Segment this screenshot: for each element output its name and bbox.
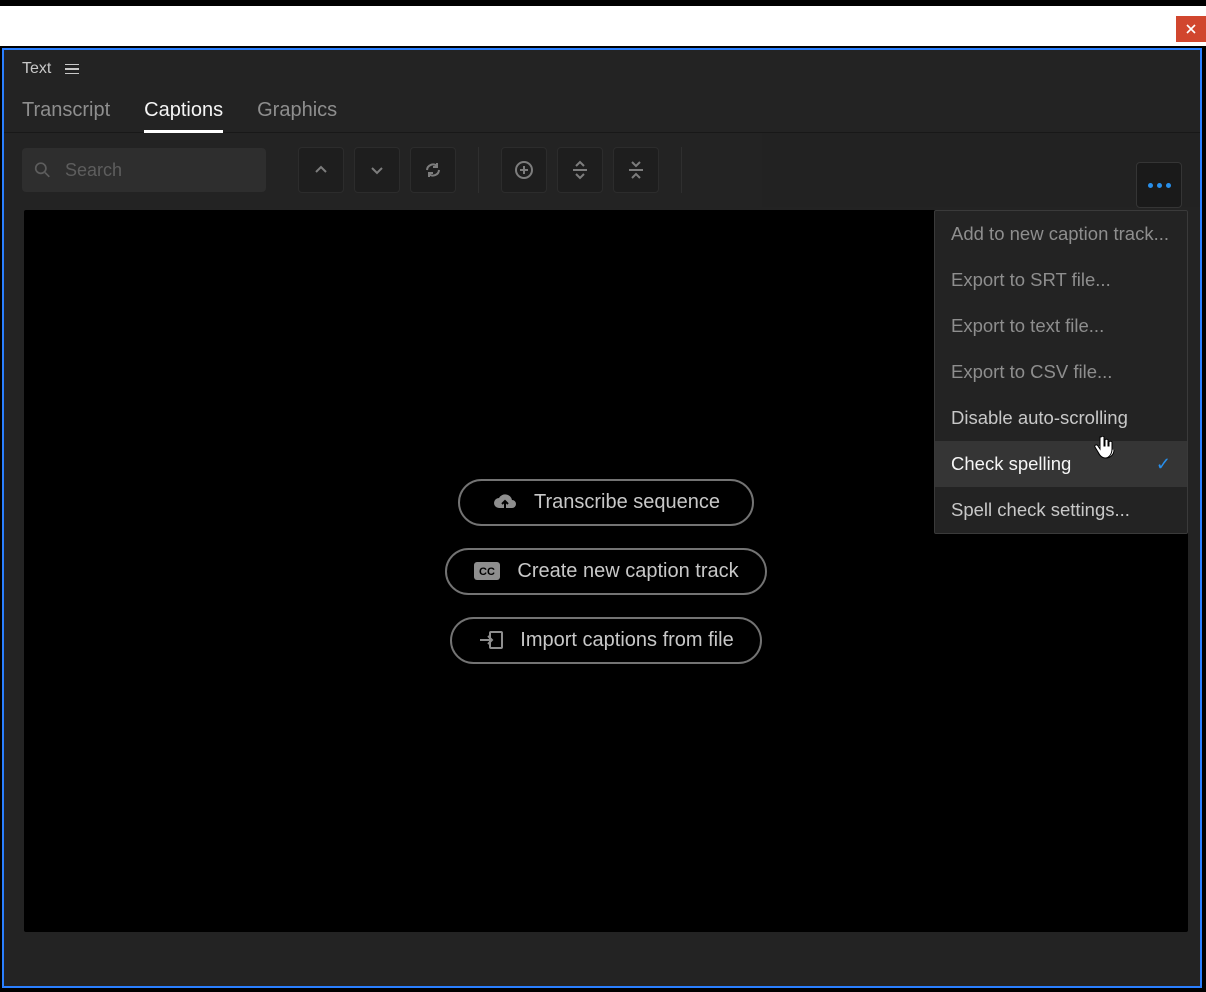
menu-export-srt[interactable]: Export to SRT file... [935, 257, 1187, 303]
more-options-button[interactable] [1136, 162, 1182, 208]
merge-caption-button[interactable] [613, 147, 659, 193]
cloud-upload-icon [492, 492, 518, 512]
search-field[interactable] [22, 148, 266, 192]
transcribe-sequence-button[interactable]: Transcribe sequence [458, 479, 754, 526]
search-input[interactable] [63, 159, 254, 182]
tab-graphics[interactable]: Graphics [257, 99, 337, 132]
cc-icon: CC [473, 561, 501, 581]
menu-disable-autoscroll-label: Disable auto-scrolling [951, 407, 1128, 429]
menu-export-text-label: Export to text file... [951, 315, 1104, 337]
menu-export-text[interactable]: Export to text file... [935, 303, 1187, 349]
menu-check-spelling-label: Check spelling [951, 453, 1071, 475]
chevron-down-icon [369, 162, 385, 178]
next-caption-button[interactable] [354, 147, 400, 193]
menu-export-srt-label: Export to SRT file... [951, 269, 1111, 291]
create-caption-track-button[interactable]: CC Create new caption track [445, 548, 766, 595]
menu-disable-autoscroll[interactable]: Disable auto-scrolling [935, 395, 1187, 441]
tab-transcript[interactable]: Transcript [22, 99, 110, 132]
import-captions-button[interactable]: Import captions from file [450, 617, 761, 664]
import-icon [478, 630, 504, 650]
check-icon: ✓ [1156, 454, 1171, 475]
merge-icon [626, 160, 646, 180]
menu-add-to-track[interactable]: Add to new caption track... [935, 211, 1187, 257]
menu-export-csv[interactable]: Export to CSV file... [935, 349, 1187, 395]
split-icon [570, 160, 590, 180]
window-white-strip [0, 6, 1206, 46]
chevron-up-icon [313, 162, 329, 178]
tab-bar: Transcript Captions Graphics [4, 88, 1200, 133]
captions-toolbar [4, 133, 1200, 207]
text-panel: Text Transcript Captions Graphics [2, 48, 1202, 988]
menu-export-csv-label: Export to CSV file... [951, 361, 1112, 383]
menu-spellcheck-settings[interactable]: Spell check settings... [935, 487, 1187, 533]
menu-spellcheck-settings-label: Spell check settings... [951, 499, 1130, 521]
search-icon [34, 160, 51, 180]
refresh-icon [424, 161, 442, 179]
replace-button[interactable] [410, 147, 456, 193]
import-captions-label: Import captions from file [520, 629, 733, 652]
svg-text:CC: CC [479, 566, 495, 578]
toolbar-divider-2 [681, 147, 682, 193]
transcribe-sequence-label: Transcribe sequence [534, 491, 720, 514]
close-icon [1186, 24, 1196, 34]
split-caption-button[interactable] [557, 147, 603, 193]
plus-circle-icon [514, 160, 534, 180]
menu-add-to-track-label: Add to new caption track... [951, 223, 1169, 245]
menu-check-spelling[interactable]: Check spelling ✓ [935, 441, 1187, 487]
tab-captions[interactable]: Captions [144, 99, 223, 132]
close-button[interactable] [1176, 16, 1206, 42]
create-caption-track-label: Create new caption track [517, 560, 738, 583]
more-options-menu: Add to new caption track... Export to SR… [934, 210, 1188, 534]
panel-menu-icon[interactable] [65, 64, 79, 75]
add-caption-button[interactable] [501, 147, 547, 193]
prev-caption-button[interactable] [298, 147, 344, 193]
toolbar-divider [478, 147, 479, 193]
panel-titlebar: Text [4, 50, 1200, 88]
panel-title: Text [22, 60, 51, 78]
